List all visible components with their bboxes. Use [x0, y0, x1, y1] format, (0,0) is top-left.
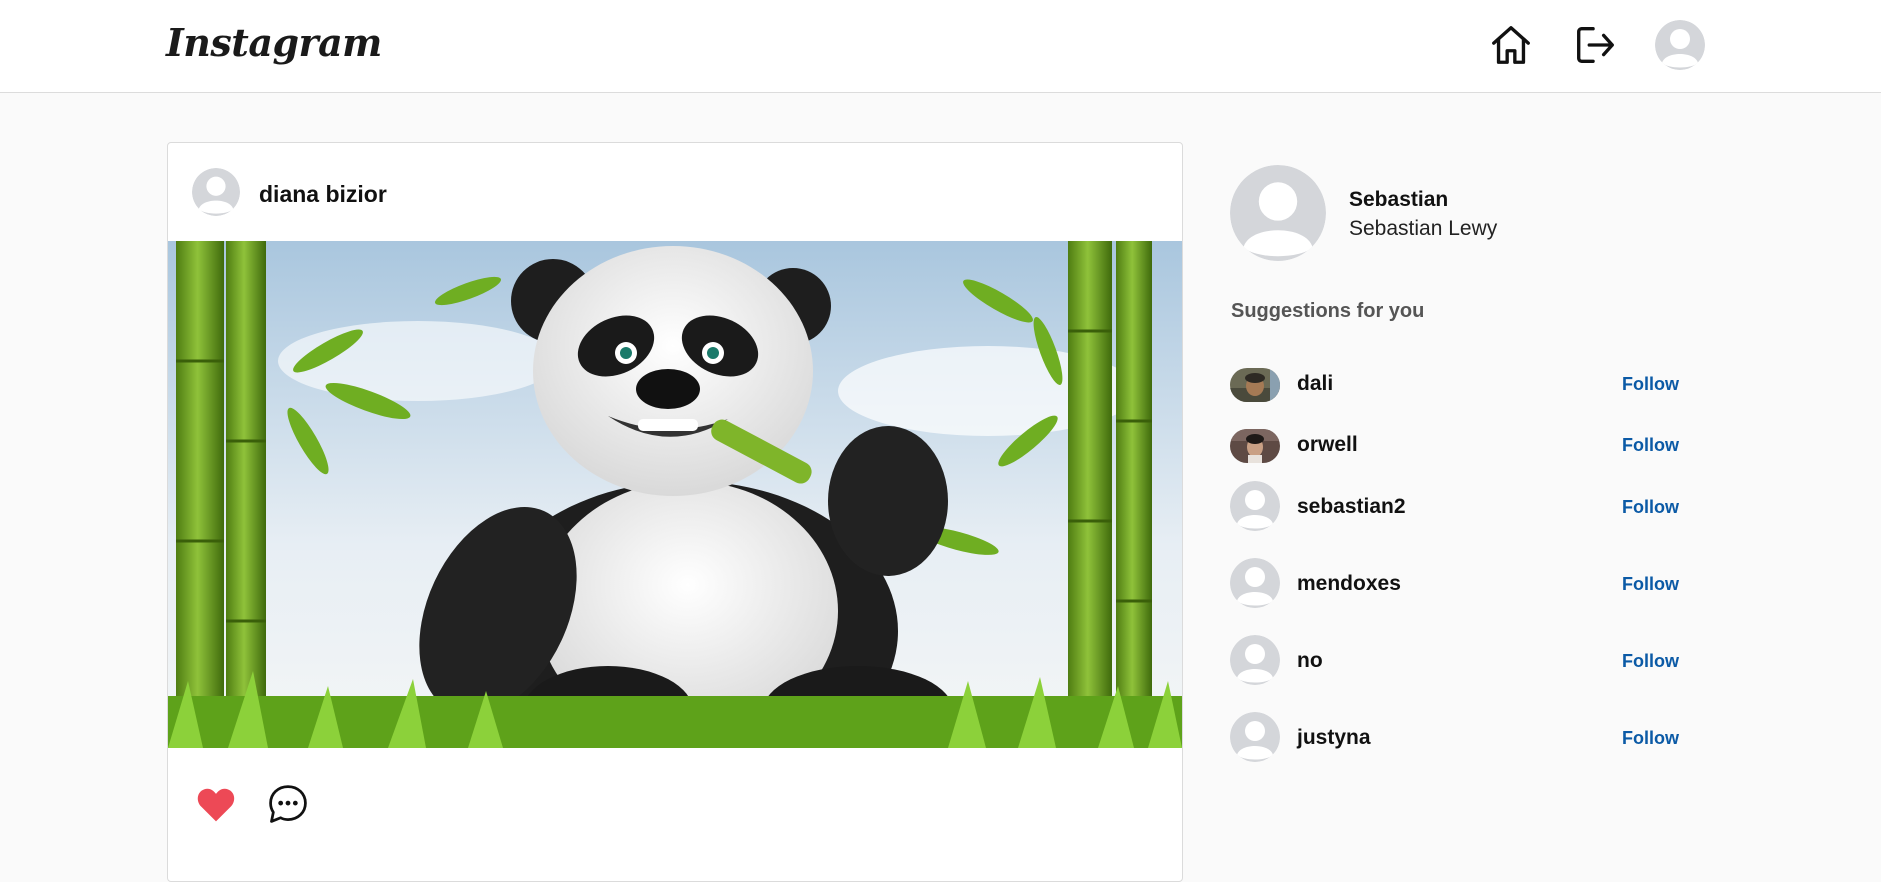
- suggestion-username[interactable]: no: [1297, 649, 1323, 673]
- suggestion-avatar[interactable]: [1230, 368, 1280, 402]
- comment-icon[interactable]: [266, 782, 310, 826]
- profile-avatar-icon[interactable]: [1655, 20, 1705, 70]
- current-user-full-name: Sebastian Lewy: [1349, 217, 1498, 240]
- follow-button[interactable]: Follow: [1622, 435, 1679, 456]
- follow-button[interactable]: Follow: [1622, 497, 1679, 518]
- suggestion-username[interactable]: mendoxes: [1297, 572, 1401, 596]
- suggestion-avatar[interactable]: [1230, 481, 1280, 531]
- post-header: diana bizior: [168, 143, 1182, 241]
- suggestion-username[interactable]: sebastian2: [1297, 495, 1406, 519]
- post-actions: [168, 748, 1182, 848]
- suggestion-username[interactable]: dali: [1297, 372, 1333, 396]
- post-author-username[interactable]: diana bizior: [259, 181, 387, 208]
- instagram-logo[interactable]: Instagram: [166, 20, 382, 65]
- suggestion-username[interactable]: justyna: [1297, 726, 1371, 750]
- heart-icon[interactable]: [194, 782, 238, 826]
- current-user-username[interactable]: Sebastian: [1349, 188, 1448, 212]
- suggestion-row: dali Follow: [1230, 360, 1690, 410]
- top-navigation-bar: Instagram: [0, 0, 1881, 93]
- suggestion-username[interactable]: orwell: [1297, 433, 1358, 457]
- suggestion-row: justyna Follow: [1230, 712, 1690, 762]
- follow-button[interactable]: Follow: [1622, 574, 1679, 595]
- suggestion-row: sebastian2 Follow: [1230, 481, 1690, 531]
- suggestion-avatar[interactable]: [1230, 558, 1280, 608]
- suggestion-row: no Follow: [1230, 635, 1690, 685]
- post-author-avatar[interactable]: [192, 168, 240, 216]
- post-image[interactable]: [168, 241, 1182, 748]
- suggestion-row: mendoxes Follow: [1230, 558, 1690, 608]
- home-icon[interactable]: [1488, 22, 1534, 68]
- follow-button[interactable]: Follow: [1622, 651, 1679, 672]
- follow-button[interactable]: Follow: [1622, 728, 1679, 749]
- suggestions-heading: Suggestions for you: [1231, 300, 1425, 322]
- suggestion-avatar[interactable]: [1230, 712, 1280, 762]
- logout-icon[interactable]: [1572, 22, 1618, 68]
- current-user-avatar[interactable]: [1230, 165, 1326, 261]
- follow-button[interactable]: Follow: [1622, 374, 1679, 395]
- suggestion-avatar[interactable]: [1230, 635, 1280, 685]
- suggestion-avatar[interactable]: [1230, 429, 1280, 463]
- post-card: diana bizior: [167, 142, 1183, 882]
- suggestion-row: orwell Follow: [1230, 421, 1690, 471]
